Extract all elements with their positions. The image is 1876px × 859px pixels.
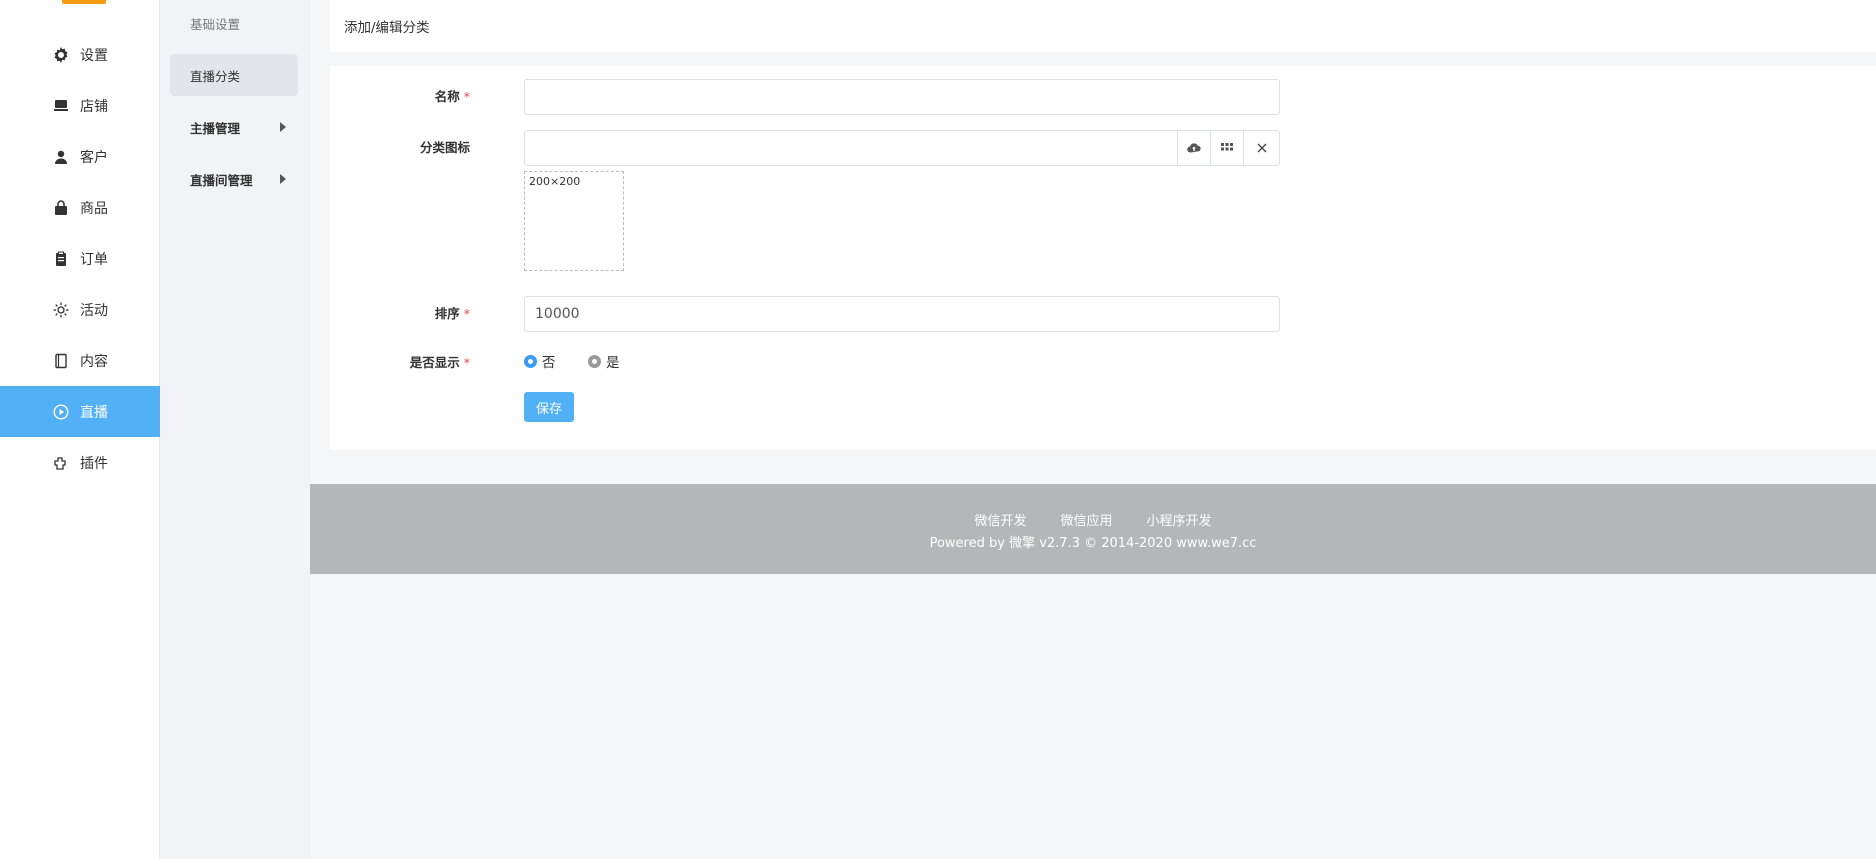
name-label: 名称 * — [434, 89, 470, 104]
sidebar-item-orders[interactable]: 订单 — [0, 233, 160, 284]
plugin-icon — [52, 454, 70, 472]
secondary-sidebar: 基础设置 直播分类 主播管理 直播间管理 — [160, 0, 310, 859]
page-header: 添加/编辑分类 — [330, 0, 1876, 52]
visible-radio-yes[interactable]: 是 — [588, 351, 620, 371]
sidebar-item-label: 订单 — [80, 251, 108, 268]
main-sidebar: 设置 店铺 客户 商品 订单 活动 内容 直播 插件 — [0, 0, 160, 859]
gear-icon — [52, 46, 70, 64]
caret-right-icon — [280, 174, 286, 184]
clipboard-icon — [52, 250, 70, 268]
upload-button[interactable] — [1177, 130, 1211, 166]
sidebar-item-activity[interactable]: 活动 — [0, 284, 160, 335]
icon-preview-size-text: 200×200 — [529, 175, 581, 188]
page-title: 添加/编辑分类 — [344, 20, 430, 36]
sidebar-item-label: 设置 — [80, 47, 108, 64]
main-content: 添加/编辑分类 名称 * 分类图标 200×200 排序 * 10000 是否显… — [310, 0, 1876, 859]
sidebar-item-goods[interactable]: 商品 — [0, 182, 160, 233]
subnav-item-live-category[interactable]: 直播分类 — [170, 54, 298, 96]
icon-preview: 200×200 — [524, 171, 624, 271]
sidebar-item-settings[interactable]: 设置 — [0, 29, 160, 80]
radio-checked-icon — [524, 354, 537, 368]
footer-link-miniprogram-dev[interactable]: 小程序开发 — [1147, 510, 1212, 529]
sidebar-item-label: 商品 — [80, 200, 108, 217]
clear-button[interactable] — [1243, 130, 1280, 166]
category-form: 名称* 分类图标 200×200 排序* 是否显示* 否 — [330, 66, 1876, 450]
visible-label: 是否显示 * — [409, 355, 470, 370]
icon-url-input[interactable] — [524, 130, 1178, 166]
visible-radio-no[interactable]: 否 — [524, 351, 556, 371]
sidebar-item-label: 店铺 — [80, 98, 108, 115]
name-input[interactable] — [524, 79, 1280, 115]
notebook-icon — [52, 352, 70, 370]
footer: 微信开发 微信应用 小程序开发 Powered by 微擎 v2.7.3 © 2… — [310, 484, 1876, 574]
subnav-item-anchor-management[interactable]: 主播管理 — [170, 106, 298, 148]
subnav-item-label: 基础设置 — [190, 16, 241, 32]
subnav-item-label: 直播间管理 — [190, 172, 253, 188]
footer-link-wechat-apps[interactable]: 微信应用 — [1060, 510, 1112, 529]
store-icon — [52, 97, 70, 115]
close-icon — [1257, 143, 1266, 153]
footer-copyright: Powered by 微擎 v2.7.3 © 2014-2020 www.we7… — [929, 536, 1257, 551]
sidebar-item-label: 客户 — [80, 149, 108, 166]
save-button[interactable]: 保存 — [524, 392, 574, 422]
user-icon — [52, 148, 70, 166]
play-circle-icon — [52, 403, 70, 421]
sun-icon — [52, 301, 70, 319]
subnav-item-label: 主播管理 — [190, 120, 241, 136]
sidebar-item-label: 直播 — [80, 404, 108, 421]
subnav-item-basic-settings[interactable]: 基础设置 — [170, 2, 298, 44]
sidebar-item-customer[interactable]: 客户 — [0, 131, 160, 182]
logo-mark — [62, 0, 106, 4]
subnav-item-room-management[interactable]: 直播间管理 — [170, 158, 298, 200]
sidebar-item-store[interactable]: 店铺 — [0, 80, 160, 131]
caret-right-icon — [280, 122, 286, 132]
sidebar-item-label: 内容 — [80, 353, 108, 370]
sort-input[interactable] — [524, 296, 1280, 332]
grid-icon — [1221, 143, 1233, 151]
sidebar-item-plugin[interactable]: 插件 — [0, 437, 160, 488]
sidebar-item-label: 活动 — [80, 302, 108, 319]
cloud-upload-icon — [1187, 143, 1201, 153]
footer-links: 微信开发 微信应用 小程序开发 — [310, 510, 1876, 529]
gallery-button[interactable] — [1210, 130, 1244, 166]
sidebar-item-label: 插件 — [80, 455, 108, 472]
footer-link-wechat-dev[interactable]: 微信开发 — [974, 510, 1026, 529]
icon-label: 分类图标 — [419, 140, 470, 155]
sort-label: 排序 * — [434, 306, 470, 321]
sidebar-item-content[interactable]: 内容 — [0, 335, 160, 386]
bag-icon — [52, 199, 70, 217]
radio-unchecked-icon — [588, 354, 601, 368]
subnav-item-label: 直播分类 — [190, 68, 241, 84]
sidebar-item-live[interactable]: 直播 — [0, 386, 160, 437]
